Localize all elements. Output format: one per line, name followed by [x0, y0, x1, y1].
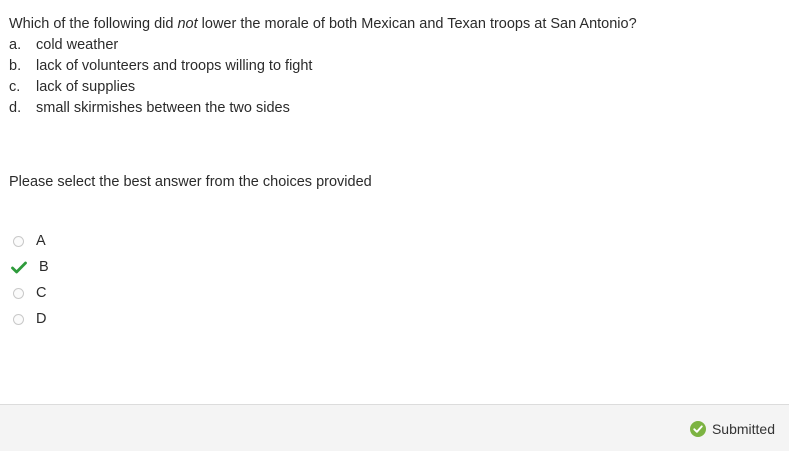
choice-letter: c. [9, 79, 21, 95]
radio-button-d[interactable] [13, 313, 24, 325]
answer-label-b: B [39, 259, 49, 275]
answer-label-a: A [36, 233, 46, 249]
instruction-text: Please select the best answer from the c… [9, 174, 372, 190]
checkmark-icon [11, 260, 27, 274]
submission-status: Submitted [689, 421, 775, 437]
question-text-emphasis: not [177, 16, 198, 32]
answer-option-c[interactable]: C [12, 280, 49, 306]
answer-option-d[interactable]: D [12, 306, 49, 332]
choice-letter: b. [9, 58, 22, 74]
choice-c: c. lack of supplies [9, 77, 637, 98]
answer-option-a[interactable]: A [12, 228, 49, 254]
choice-a: a. cold weather [9, 35, 637, 56]
answer-label-c: C [36, 285, 47, 301]
radio-button-a[interactable] [13, 235, 24, 247]
question-text: Which of the following did not lower the… [9, 14, 637, 35]
footer-bar: Submitted [0, 404, 789, 451]
answer-options: A B C D [11, 228, 49, 332]
answer-option-b[interactable]: B [11, 254, 49, 280]
question-block: Which of the following did not lower the… [9, 14, 637, 119]
choice-text: lack of supplies [36, 79, 136, 95]
choice-letter: d. [9, 100, 22, 116]
radio-button-c[interactable] [13, 287, 24, 299]
choice-text: cold weather [36, 37, 119, 53]
choice-text: small skirmishes between the two sides [36, 100, 290, 116]
check-circle-icon [689, 421, 706, 437]
status-label: Submitted [711, 421, 775, 437]
choice-b: b. lack of volunteers and troops willing… [9, 56, 637, 77]
quiz-page: Which of the following did not lower the… [0, 0, 789, 451]
choice-letter: a. [9, 37, 22, 53]
question-text-before: Which of the following did [9, 16, 178, 32]
choice-text: lack of volunteers and troops willing to… [36, 58, 313, 74]
question-text-after: lower the morale of both Mexican and Tex… [197, 16, 637, 32]
choice-d: d. small skirmishes between the two side… [9, 98, 637, 119]
answer-label-d: D [36, 311, 47, 327]
